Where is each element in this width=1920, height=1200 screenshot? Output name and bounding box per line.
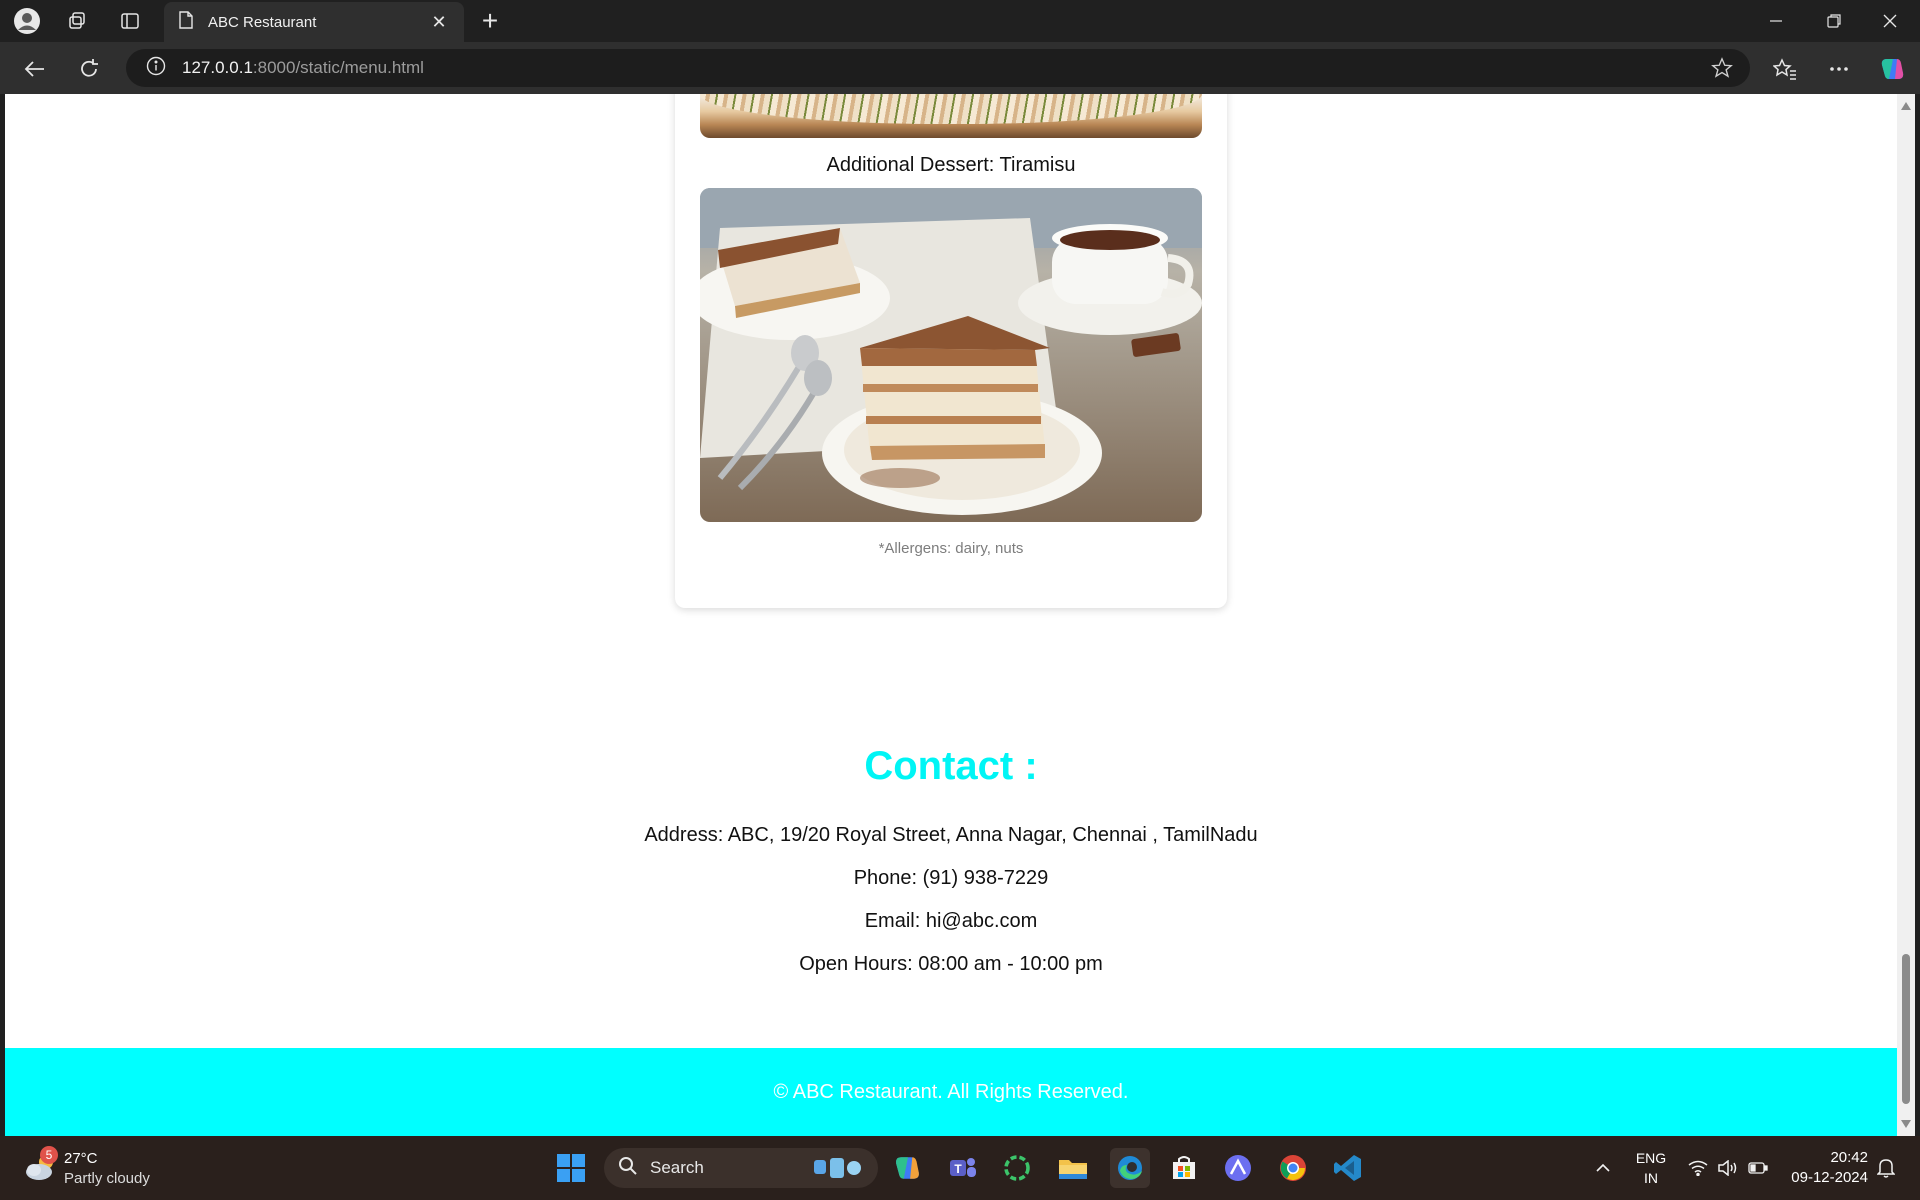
previous-dish-image [700,94,1202,138]
dev-app-icon[interactable] [1220,1150,1256,1186]
reload-button[interactable] [72,52,106,86]
language-code: ENG [1635,1150,1667,1166]
menu-card: Additional Dessert: Tiramisu *Allergens:… [675,94,1227,608]
battery-icon[interactable] [1744,1136,1772,1200]
scroll-thumb[interactable] [1902,954,1910,1104]
dish-caption: Additional Dessert: Tiramisu [826,154,1076,176]
svg-text:T: T [954,1162,962,1176]
browser-titlebar: ABC Restaurant ✕ + [0,0,1920,42]
search-icon [618,1156,638,1181]
url-path: :8000/static/menu.html [252,58,424,77]
clock-time: 20:42 [1830,1149,1868,1166]
tab-actions-icon[interactable] [115,6,145,36]
wifi-icon[interactable] [1684,1136,1712,1200]
taskbar-search[interactable]: Search [604,1148,878,1188]
sync-app-icon[interactable] [999,1150,1035,1186]
contact-phone: Phone: (91) 938-7229 [853,867,1049,889]
chrome-icon[interactable] [1275,1150,1311,1186]
scroll-down-arrow-icon[interactable] [1901,1120,1911,1128]
page-icon [178,11,194,33]
back-button[interactable] [18,52,52,86]
weather-temperature: 27°C [64,1150,98,1167]
file-explorer-icon[interactable] [1055,1150,1091,1186]
edge-browser-icon[interactable] [1110,1148,1150,1188]
contact-hours: Open Hours: 08:00 am - 10:00 pm [799,953,1103,975]
new-tab-button[interactable]: + [474,6,506,38]
url-host: 127.0.0.1 [182,58,253,77]
page-viewport: Additional Dessert: Tiramisu *Allergens:… [5,94,1897,1136]
search-label: Search [650,1158,704,1177]
contact-email: Email: hi@abc.com [864,910,1038,932]
region-code: IN [1644,1170,1658,1186]
tiramisu-image [700,188,1202,522]
contact-heading: Contact : [864,744,1038,788]
footer-copyright: © ABC Restaurant. All Rights Reserved. [773,1080,1129,1103]
volume-icon[interactable] [1714,1136,1742,1200]
workspaces-icon[interactable] [62,6,92,36]
favorites-icon[interactable] [1768,52,1802,86]
address-toolbar: 127.0.0.1:8000/static/menu.html [0,42,1920,94]
tab-abc-restaurant[interactable]: ABC Restaurant ✕ [164,2,464,42]
weather-alert-badge: 5 [40,1146,58,1164]
profile-avatar-icon[interactable] [12,6,42,36]
site-info-icon[interactable] [146,56,166,81]
search-highlight-icon [810,1156,866,1185]
page-footer: © ABC Restaurant. All Rights Reserved. [5,1048,1897,1136]
copilot-taskbar-icon[interactable] [890,1150,926,1186]
clock-date: 09-12-2024 [1791,1169,1868,1186]
tab-title: ABC Restaurant [208,13,317,31]
more-options-icon[interactable] [1822,52,1856,86]
input-language-indicator[interactable]: ENG IN [1626,1148,1676,1188]
start-windows-icon[interactable] [553,1150,589,1186]
allergens-note: *Allergens: dairy, nuts [878,540,1024,557]
copilot-icon[interactable] [1876,52,1910,86]
windows-taskbar: 5 27°C Partly cloudy Search T ENG IN 20:… [0,1136,1920,1200]
weather-condition: Partly cloudy [64,1170,150,1187]
tab-close-icon[interactable]: ✕ [428,11,450,33]
teams-icon[interactable]: T [945,1150,981,1186]
page-scrollbar[interactable] [1897,94,1915,1136]
contact-address: Address: ABC, 19/20 Royal Street, Anna N… [644,824,1258,846]
weather-widget[interactable]: 5 27°C Partly cloudy [22,1146,172,1192]
close-window-button[interactable] [1862,0,1918,42]
restore-button[interactable] [1806,0,1862,42]
system-clock[interactable]: 20:42 09-12-2024 [1776,1148,1868,1188]
minimize-button[interactable] [1748,0,1804,42]
show-hidden-icons-chevron-icon[interactable] [1588,1136,1618,1200]
vscode-icon[interactable] [1330,1150,1366,1186]
scroll-up-arrow-icon[interactable] [1901,102,1911,110]
url-bar[interactable]: 127.0.0.1:8000/static/menu.html [126,49,1750,87]
notifications-bell-icon[interactable] [1872,1136,1900,1200]
microsoft-store-icon[interactable] [1166,1150,1202,1186]
url-text[interactable]: 127.0.0.1:8000/static/menu.html [182,58,424,78]
favorite-star-icon[interactable] [1710,56,1734,80]
